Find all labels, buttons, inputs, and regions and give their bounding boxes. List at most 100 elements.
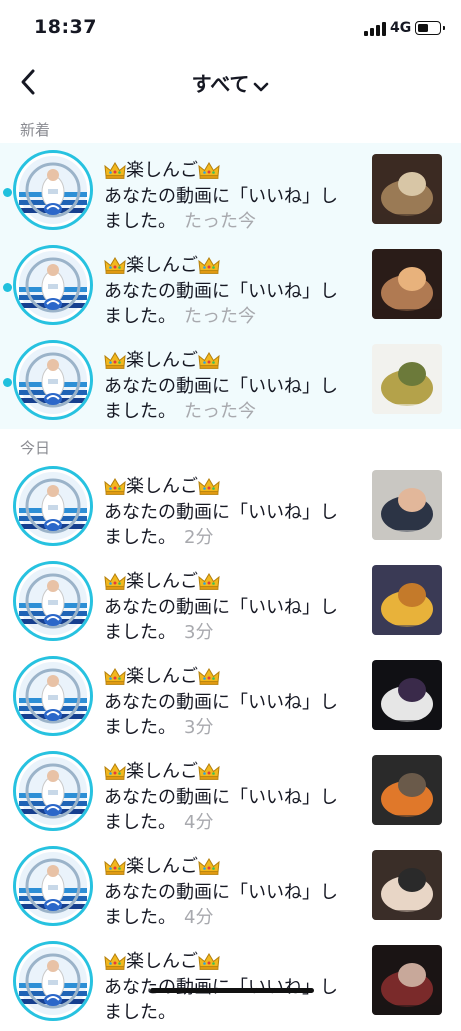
sender-name-text: 楽しんご	[126, 951, 198, 972]
video-thumbnail[interactable]	[372, 154, 442, 224]
message-text: あなたの動画に「いいね」しました。	[104, 787, 338, 833]
crown-icon	[104, 667, 126, 690]
battery-icon	[415, 21, 445, 35]
sender-name[interactable]: 楽しんご	[104, 567, 220, 595]
notification-row[interactable]: 楽しんごあなたの動画に「いいね」しました。 たった今	[0, 335, 461, 430]
sender-name[interactable]: 楽しんご	[104, 662, 220, 690]
crown-icon	[104, 351, 126, 374]
sender-name-text: 楽しんご	[126, 571, 198, 592]
sender-name-text: 楽しんご	[126, 666, 198, 687]
sender-name[interactable]: 楽しんご	[104, 757, 220, 785]
notification-message: あなたの動画に「いいね」しました。 たった今	[104, 184, 354, 234]
notification-message: あなたの動画に「いいね」しました。	[104, 975, 354, 1025]
sender-name-text: 楽しんご	[126, 856, 198, 877]
notification-time: 4分	[184, 812, 214, 833]
avatar[interactable]	[13, 340, 93, 420]
notification-time: 3分	[184, 622, 214, 643]
sender-name[interactable]: 楽しんご	[104, 947, 220, 975]
notification-message: あなたの動画に「いいね」しました。 3分	[104, 595, 354, 645]
notification-message: あなたの動画に「いいね」しました。 たった今	[104, 279, 354, 329]
message-text: あなたの動画に「いいね」しました。	[104, 692, 338, 738]
crown-icon	[198, 857, 220, 880]
crown-icon	[198, 762, 220, 785]
avatar[interactable]	[13, 561, 93, 641]
notification-row[interactable]: 楽しんごあなたの動画に「いいね」しました。 2分	[0, 461, 461, 556]
message-text: あなたの動画に「いいね」しました。	[104, 977, 338, 1023]
sender-name[interactable]: 楽しんご	[104, 156, 220, 184]
avatar[interactable]	[13, 150, 93, 230]
sender-name-text: 楽しんご	[126, 255, 198, 276]
crown-icon	[104, 256, 126, 279]
video-thumbnail[interactable]	[372, 755, 442, 825]
section-header-today: 今日	[20, 439, 51, 457]
video-thumbnail[interactable]	[372, 660, 442, 730]
avatar[interactable]	[13, 466, 93, 546]
notification-row[interactable]: 楽しんごあなたの動画に「いいね」しました。 3分	[0, 556, 461, 651]
crown-icon	[198, 256, 220, 279]
sender-name-text: 楽しんご	[126, 160, 198, 181]
notification-message: あなたの動画に「いいね」しました。 4分	[104, 785, 354, 835]
notification-message: あなたの動画に「いいね」しました。 3分	[104, 690, 354, 740]
notification-row[interactable]: 楽しんごあなたの動画に「いいね」しました。 たった今	[0, 240, 461, 335]
avatar[interactable]	[13, 941, 93, 1021]
status-bar: 18:37 4G	[0, 0, 461, 58]
video-thumbnail[interactable]	[372, 249, 442, 319]
notification-row[interactable]: 楽しんごあなたの動画に「いいね」しました。 4分	[0, 746, 461, 841]
message-text: あなたの動画に「いいね」しました。	[104, 502, 338, 548]
notification-row[interactable]: 楽しんごあなたの動画に「いいね」しました。 3分	[0, 651, 461, 746]
sender-name-text: 楽しんご	[126, 476, 198, 497]
video-thumbnail[interactable]	[372, 565, 442, 635]
signal-icon	[364, 22, 386, 36]
notification-time: 3分	[184, 717, 214, 738]
page-title: すべて	[191, 72, 250, 96]
avatar[interactable]	[13, 846, 93, 926]
network-type: 4G	[390, 20, 412, 36]
crown-icon	[104, 762, 126, 785]
crown-icon	[104, 857, 126, 880]
sender-name-text: 楽しんご	[126, 761, 198, 782]
crown-icon	[198, 351, 220, 374]
crown-icon	[104, 572, 126, 595]
crown-icon	[104, 161, 126, 184]
notification-message: あなたの動画に「いいね」しました。 4分	[104, 880, 354, 930]
notification-row[interactable]: 楽しんごあなたの動画に「いいね」しました。 4分	[0, 841, 461, 936]
crown-icon	[198, 572, 220, 595]
message-text: あなたの動画に「いいね」しました。	[104, 882, 338, 928]
crown-icon	[104, 952, 126, 975]
notification-message: あなたの動画に「いいね」しました。 たった今	[104, 374, 354, 424]
chevron-down-icon	[253, 74, 269, 98]
sender-name[interactable]: 楽しんご	[104, 251, 220, 279]
crown-icon	[198, 952, 220, 975]
crown-icon	[198, 161, 220, 184]
notification-time: たった今	[184, 401, 256, 422]
video-thumbnail[interactable]	[372, 470, 442, 540]
notification-row[interactable]: 楽しんごあなたの動画に「いいね」しました。	[0, 936, 461, 1031]
notification-filter-dropdown[interactable]: すべて	[0, 68, 461, 98]
sender-name[interactable]: 楽しんご	[104, 852, 220, 880]
message-text: あなたの動画に「いいね」しました。	[104, 597, 338, 643]
nav-bar: すべて	[0, 58, 461, 108]
notification-time: たった今	[184, 211, 256, 232]
unread-dot	[3, 283, 12, 292]
notification-time: 2分	[184, 527, 214, 548]
notification-time: たった今	[184, 306, 256, 327]
notification-time: 4分	[184, 907, 214, 928]
sender-name[interactable]: 楽しんご	[104, 472, 220, 500]
video-thumbnail[interactable]	[372, 945, 442, 1015]
avatar[interactable]	[13, 656, 93, 736]
video-thumbnail[interactable]	[372, 344, 442, 414]
avatar[interactable]	[13, 751, 93, 831]
sender-name-text: 楽しんご	[126, 350, 198, 371]
unread-dot	[3, 378, 12, 387]
video-thumbnail[interactable]	[372, 850, 442, 920]
notification-row[interactable]: 楽しんごあなたの動画に「いいね」しました。 たった今	[0, 145, 461, 240]
crown-icon	[104, 477, 126, 500]
unread-dot	[3, 188, 12, 197]
section-header-new: 新着	[20, 121, 51, 139]
crown-icon	[198, 477, 220, 500]
avatar[interactable]	[13, 245, 93, 325]
notification-message: あなたの動画に「いいね」しました。 2分	[104, 500, 354, 550]
sender-name[interactable]: 楽しんご	[104, 346, 220, 374]
status-time: 18:37	[34, 16, 97, 38]
home-indicator[interactable]	[150, 988, 314, 993]
